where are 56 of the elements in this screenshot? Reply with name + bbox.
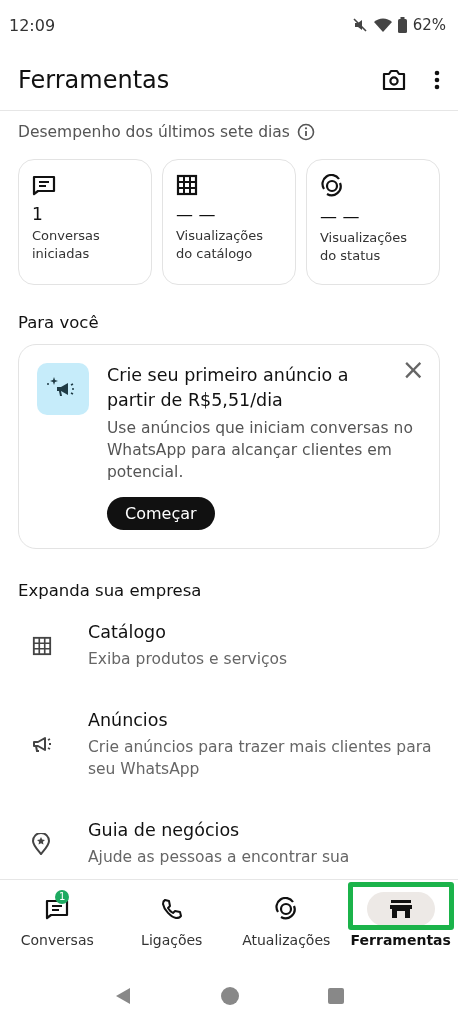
nav-tab[interactable]: Ferramentas: [343, 880, 458, 968]
nav-tab[interactable]: 1 Conversas: [0, 880, 115, 968]
tab-label: Conversas: [20, 932, 94, 948]
megaphone-icon: [32, 736, 54, 754]
stat-card[interactable]: 1 Conversas iniciadas: [18, 159, 152, 285]
stat-label: Visualizações do catálogo: [176, 227, 265, 263]
battery-icon: [397, 17, 407, 33]
info-icon[interactable]: [296, 123, 315, 141]
chat-icon: [32, 174, 56, 196]
stat-label: Conversas iniciadas: [32, 227, 101, 263]
chat-icon: [45, 898, 70, 920]
promo-title: Crie seu primeiro anúncio a partir de R$5,51/dia: [107, 364, 350, 412]
stat-card[interactable]: — — Visualizações do status: [306, 159, 440, 285]
unread-badge: 1: [55, 890, 70, 904]
stat-card[interactable]: — — Visualizações do catálogo: [162, 159, 296, 285]
more-options-icon[interactable]: [434, 70, 440, 90]
stat-value: — —: [176, 204, 217, 224]
item-subtitle: Ajude as pessoas a encontrar sua: [88, 847, 350, 868]
tab-label: Ferramentas: [350, 932, 451, 948]
stat-label: Visualizações do status: [320, 229, 409, 265]
nav-tab[interactable]: Atualizações: [229, 880, 344, 968]
item-title: Catálogo: [88, 622, 167, 642]
phone-icon: [160, 898, 183, 920]
pin-star-icon: [32, 833, 50, 855]
store-icon: [388, 898, 413, 920]
nav-tab[interactable]: Ligações: [114, 880, 229, 968]
start-button[interactable]: Começar: [107, 497, 215, 530]
promo-text: Use anúncios que iniciam conversas no WhatsApp para alcançar clientes em potencial.: [107, 418, 414, 483]
item-title: Anúncios: [88, 710, 169, 730]
item-subtitle: Exiba produtos e serviços: [88, 649, 288, 670]
status-time: 12:09: [9, 15, 56, 35]
item-title: Guia de negócios: [88, 820, 241, 840]
megaphone-sparkle-icon: [37, 363, 89, 415]
stat-value: — —: [320, 206, 361, 226]
camera-icon[interactable]: [382, 69, 406, 91]
battery-percent: 62%: [412, 16, 446, 34]
close-button[interactable]: ×: [401, 355, 425, 385]
wifi-icon: [373, 18, 392, 32]
mute-icon: [351, 17, 368, 33]
grid-icon: [176, 174, 198, 196]
page-title: Ferramentas: [18, 66, 170, 94]
back-icon[interactable]: [114, 987, 132, 1005]
item-subtitle: Crie anúncios para trazer mais clientes para seu WhatsApp: [88, 737, 433, 780]
home-icon[interactable]: [220, 986, 240, 1006]
status-icon: [274, 897, 299, 921]
grid-icon: [32, 636, 52, 656]
list-item[interactable]: Guia de negócios Ajude as pessoas a encontrar sua: [18, 798, 440, 879]
tab-label: Atualizações: [242, 932, 331, 948]
list-item[interactable]: Catálogo Exiba produtos e serviços: [18, 600, 440, 688]
section-heading: Expanda sua empresa: [18, 581, 203, 600]
list-item[interactable]: Anúncios Crie anúncios para trazer mais clientes para seu WhatsApp: [18, 688, 440, 798]
status-icon: [320, 174, 344, 198]
section-heading: Desempenho dos últimos sete dias: [18, 123, 290, 141]
tab-label: Ligações: [141, 932, 203, 948]
stat-value: 1: [32, 204, 44, 224]
section-heading: Para você: [18, 313, 100, 332]
